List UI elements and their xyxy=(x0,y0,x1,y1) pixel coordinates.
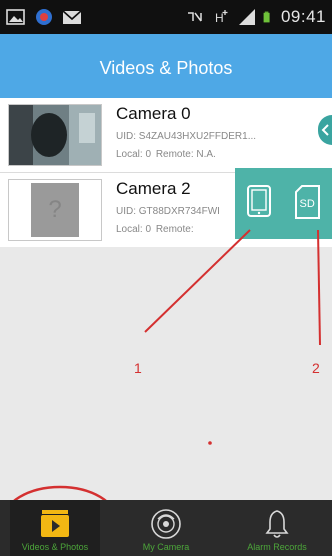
annotation-label-2: 2 xyxy=(312,360,320,376)
local-count: Local: 0 xyxy=(116,149,152,160)
nav-videos-photos[interactable]: Videos & Photos xyxy=(0,500,110,556)
bell-icon xyxy=(265,510,289,538)
image-icon xyxy=(6,9,25,25)
annotation-label-1: 1 xyxy=(134,360,142,376)
nav-my-camera[interactable]: My Camera xyxy=(111,500,221,556)
hplus-icon: H xyxy=(215,10,228,25)
sd-card-button[interactable]: SD xyxy=(293,184,323,220)
remote-count: Remote: xyxy=(155,224,194,235)
nav-alarm-records[interactable]: Alarm Records xyxy=(222,500,332,556)
signal-icon xyxy=(238,9,255,25)
local-count: Local: 0 xyxy=(116,224,152,235)
svg-text:H: H xyxy=(215,11,224,25)
nfc-icon xyxy=(187,12,202,22)
mail-icon xyxy=(62,10,82,24)
camera-lens-icon xyxy=(151,509,181,539)
camera-row[interactable]: Camera 0 UID: S4ZAU43HXU2FFDER1... Local… xyxy=(0,98,332,173)
question-mark-icon: ? xyxy=(48,196,62,223)
camera-counts: Local: 0 Remote: N.A. xyxy=(116,149,218,160)
camera-thumbnail[interactable] xyxy=(8,104,102,166)
camera-counts: Local: 0 Remote: xyxy=(116,224,196,235)
camera-name: Camera 2 xyxy=(116,179,191,198)
action-panel: SD xyxy=(235,168,332,239)
nav-label: My Camera xyxy=(142,542,190,552)
nav-label: Alarm Records xyxy=(247,542,307,552)
device-storage-button[interactable] xyxy=(245,184,275,220)
camera-name: Camera 0 xyxy=(116,104,191,123)
chevron-left-icon xyxy=(321,124,329,136)
tablet-icon xyxy=(247,185,271,217)
camera-app-icon xyxy=(36,9,52,25)
bottom-nav: Videos & Photos My Camera Alarm Records xyxy=(0,500,332,556)
status-time: 09:41 xyxy=(280,7,326,26)
camera-uid: UID: GT88DXR734FWI xyxy=(116,206,220,217)
camera-uid: UID: S4ZAU43HXU2FFDER1... xyxy=(116,131,257,142)
sd-card-icon: SD xyxy=(295,185,320,219)
status-bar: H 09:41 xyxy=(0,0,332,34)
camera-snapshot-image xyxy=(9,105,101,165)
remote-count: Remote: N.A. xyxy=(155,149,216,160)
placeholder-image: ? xyxy=(31,183,79,237)
battery-icon xyxy=(263,11,270,23)
nav-label: Videos & Photos xyxy=(21,542,89,552)
camera-thumbnail[interactable]: ? xyxy=(8,179,102,241)
sd-label: SD xyxy=(300,198,315,210)
expand-actions-tab[interactable] xyxy=(318,115,332,145)
app-header: Videos & Photos xyxy=(0,34,332,98)
empty-content-area xyxy=(0,247,332,500)
play-folder-icon xyxy=(41,510,69,537)
page-title: Videos & Photos xyxy=(99,58,233,78)
